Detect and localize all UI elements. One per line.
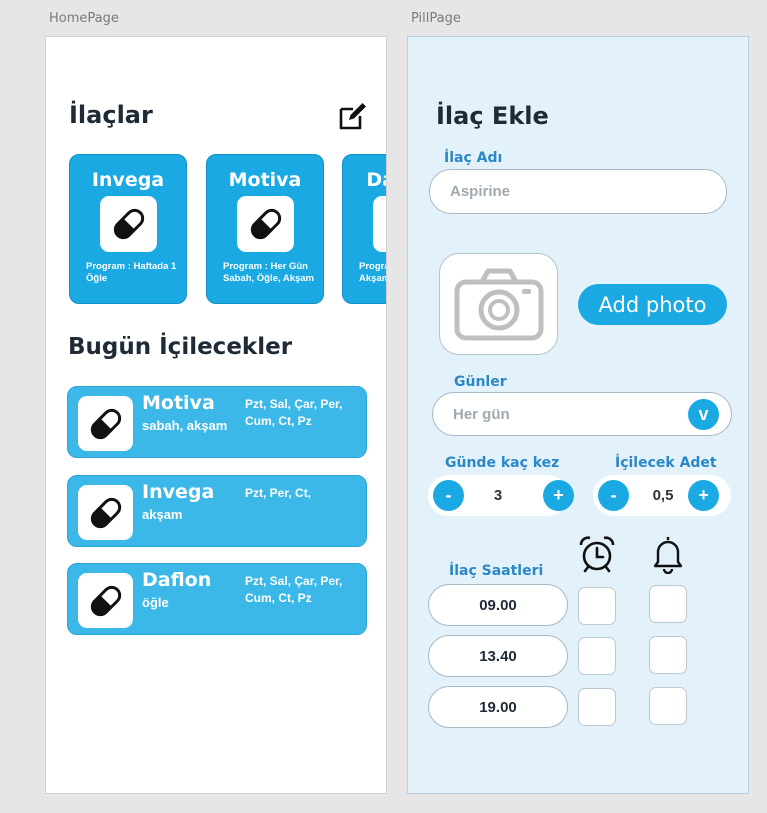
today-item-days: Pzt, Sal, Çar, Per, Cum, Ct, Pz [245, 397, 343, 428]
amount-stepper: - 0,5 + [593, 475, 731, 516]
amount-plus-button[interactable]: + [688, 480, 719, 511]
pill-icon [78, 485, 133, 540]
pill-icon [373, 196, 386, 252]
alarm-checkbox[interactable] [578, 688, 616, 726]
medicine-program: Program : Her Gün Akşam [359, 261, 386, 284]
today-item-time: akşam [142, 507, 183, 522]
days-dropdown-toggle[interactable]: v [688, 399, 719, 430]
times-per-day-value: 3 [493, 487, 503, 504]
medicine-name: Invega [91, 169, 165, 191]
time-field[interactable]: 19.00 [428, 686, 568, 728]
pill-icon [100, 196, 157, 252]
medicine-card-row: Invega Program : Haftada 1 Öğle Motiva P… [69, 154, 386, 306]
medicine-name-input[interactable]: Aspirine [429, 169, 727, 214]
medicine-card[interactable]: Motiva Program : Her Gün Sabah, Öğle, Ak… [206, 154, 324, 304]
today-item-days: Pzt, Sal, Çar, Per, Cum, Ct, Pz [245, 574, 343, 605]
pillpage-frame-label: PillPage [411, 11, 461, 26]
add-photo-button[interactable]: Add photo [578, 284, 727, 325]
homepage-frame: İlaçlar Invega Program : Haftada 1 Öğle … [45, 36, 387, 794]
amount-label: İçilecek Adet [615, 455, 717, 471]
notification-checkbox[interactable] [649, 687, 687, 725]
medicine-name: Daflon [366, 169, 386, 191]
edit-icon[interactable] [338, 101, 368, 131]
alarm-checkbox[interactable] [578, 587, 616, 625]
times-per-day-stepper: - 3 + [428, 475, 574, 516]
pill-icon [78, 573, 133, 628]
amount-value: 0,5 [652, 487, 674, 504]
medicine-times-label: İlaç Saatleri [449, 563, 544, 579]
pillpage-frame: İlaç Ekle İlaç Adı Aspirine Add photo Gü… [407, 36, 749, 794]
notification-checkbox[interactable] [649, 636, 687, 674]
alarm-clock-icon [577, 534, 617, 574]
today-item-time: sabah, akşam [142, 418, 228, 433]
times-per-day-minus-button[interactable]: - [433, 480, 464, 511]
times-per-day-label: Günde kaç kez [445, 455, 560, 471]
today-item-time: öğle [142, 595, 169, 610]
medicine-card[interactable]: Invega Program : Haftada 1 Öğle [69, 154, 187, 304]
time-field[interactable]: 13.40 [428, 635, 568, 677]
bell-icon [649, 534, 687, 575]
days-label: Günler [454, 374, 507, 390]
today-item[interactable]: Motiva sabah, akşam Pzt, Sal, Çar, Per, … [67, 386, 367, 458]
pill-icon [78, 396, 133, 451]
medicine-name: Motiva [228, 169, 302, 191]
medicine-program: Program : Haftada 1 Öğle [86, 261, 177, 284]
days-select[interactable]: Her gün [432, 392, 732, 436]
homepage-frame-label: HomePage [49, 11, 119, 26]
alarm-checkbox[interactable] [578, 637, 616, 675]
time-field[interactable]: 09.00 [428, 584, 568, 626]
today-item-name: Daflon [142, 569, 212, 591]
notification-checkbox[interactable] [649, 585, 687, 623]
today-item-days: Pzt, Per, Ct, [245, 486, 312, 500]
today-item[interactable]: Daflon öğle Pzt, Sal, Çar, Per, Cum, Ct,… [67, 563, 367, 635]
medicine-card[interactable]: Daflon Program : Her Gün Akşam [342, 154, 386, 304]
page-title: İlaçlar [69, 101, 153, 129]
medicine-program: Program : Her Gün Sabah, Öğle, Akşam [223, 261, 314, 284]
page-title: İlaç Ekle [436, 102, 549, 130]
pill-icon [237, 196, 294, 252]
camera-icon[interactable] [439, 253, 558, 355]
amount-minus-button[interactable]: - [598, 480, 629, 511]
today-item-name: Invega [142, 481, 215, 503]
medicine-name-label: İlaç Adı [444, 150, 503, 166]
times-per-day-plus-button[interactable]: + [543, 480, 574, 511]
today-item-name: Motiva [142, 392, 215, 414]
today-item[interactable]: Invega akşam Pzt, Per, Ct, [67, 475, 367, 547]
today-section-title: Bugün İçilecekler [68, 334, 293, 360]
